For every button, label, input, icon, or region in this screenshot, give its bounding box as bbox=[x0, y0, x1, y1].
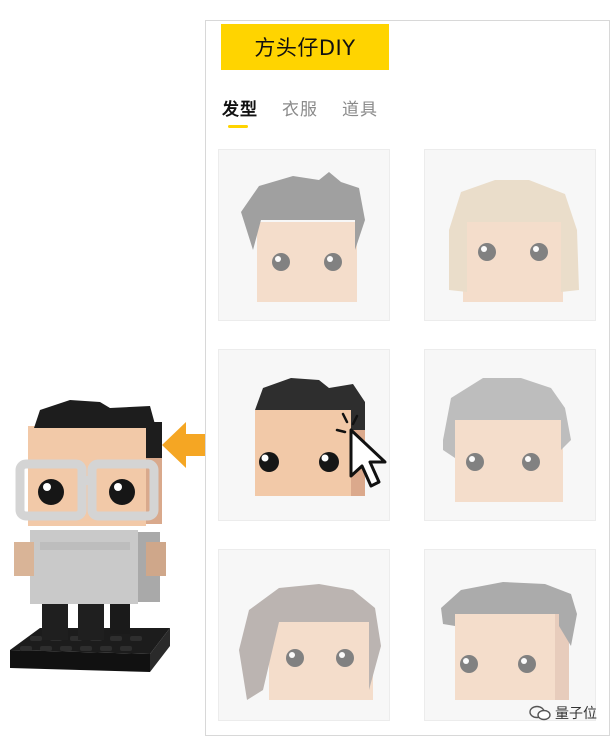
cursor-click-icon bbox=[335, 412, 387, 488]
tab-props[interactable]: 道具 bbox=[342, 95, 378, 128]
hairstyle-option-long-blonde[interactable] bbox=[424, 149, 596, 321]
diy-panel: 方头仔DIY 发型 衣服 道具 量子位 bbox=[205, 20, 610, 736]
tab-hairstyle[interactable]: 发型 bbox=[222, 95, 258, 128]
gray-short-hair-icon bbox=[441, 582, 577, 700]
category-tabs: 发型 衣服 道具 bbox=[222, 95, 378, 128]
brick-figure bbox=[10, 400, 170, 672]
brown-long-hair-icon bbox=[239, 584, 381, 700]
tab-clothes[interactable]: 衣服 bbox=[282, 95, 318, 128]
dark-spiky-hair-icon bbox=[241, 172, 365, 302]
watermark: 量子位 bbox=[529, 703, 597, 723]
app-title: 方头仔DIY bbox=[221, 24, 389, 70]
hairstyle-option-black-side-part[interactable] bbox=[218, 349, 390, 521]
hairstyle-option-dark-spiky[interactable] bbox=[218, 149, 390, 321]
hairstyle-option-brown-long[interactable] bbox=[218, 549, 390, 721]
gray-bob-hair-icon bbox=[443, 378, 571, 502]
wechat-icon bbox=[529, 705, 551, 721]
watermark-text: 量子位 bbox=[555, 706, 597, 722]
hairstyle-option-gray-short[interactable] bbox=[424, 549, 596, 721]
long-blonde-hair-icon bbox=[449, 180, 579, 302]
hairstyle-option-gray-bob[interactable] bbox=[424, 349, 596, 521]
